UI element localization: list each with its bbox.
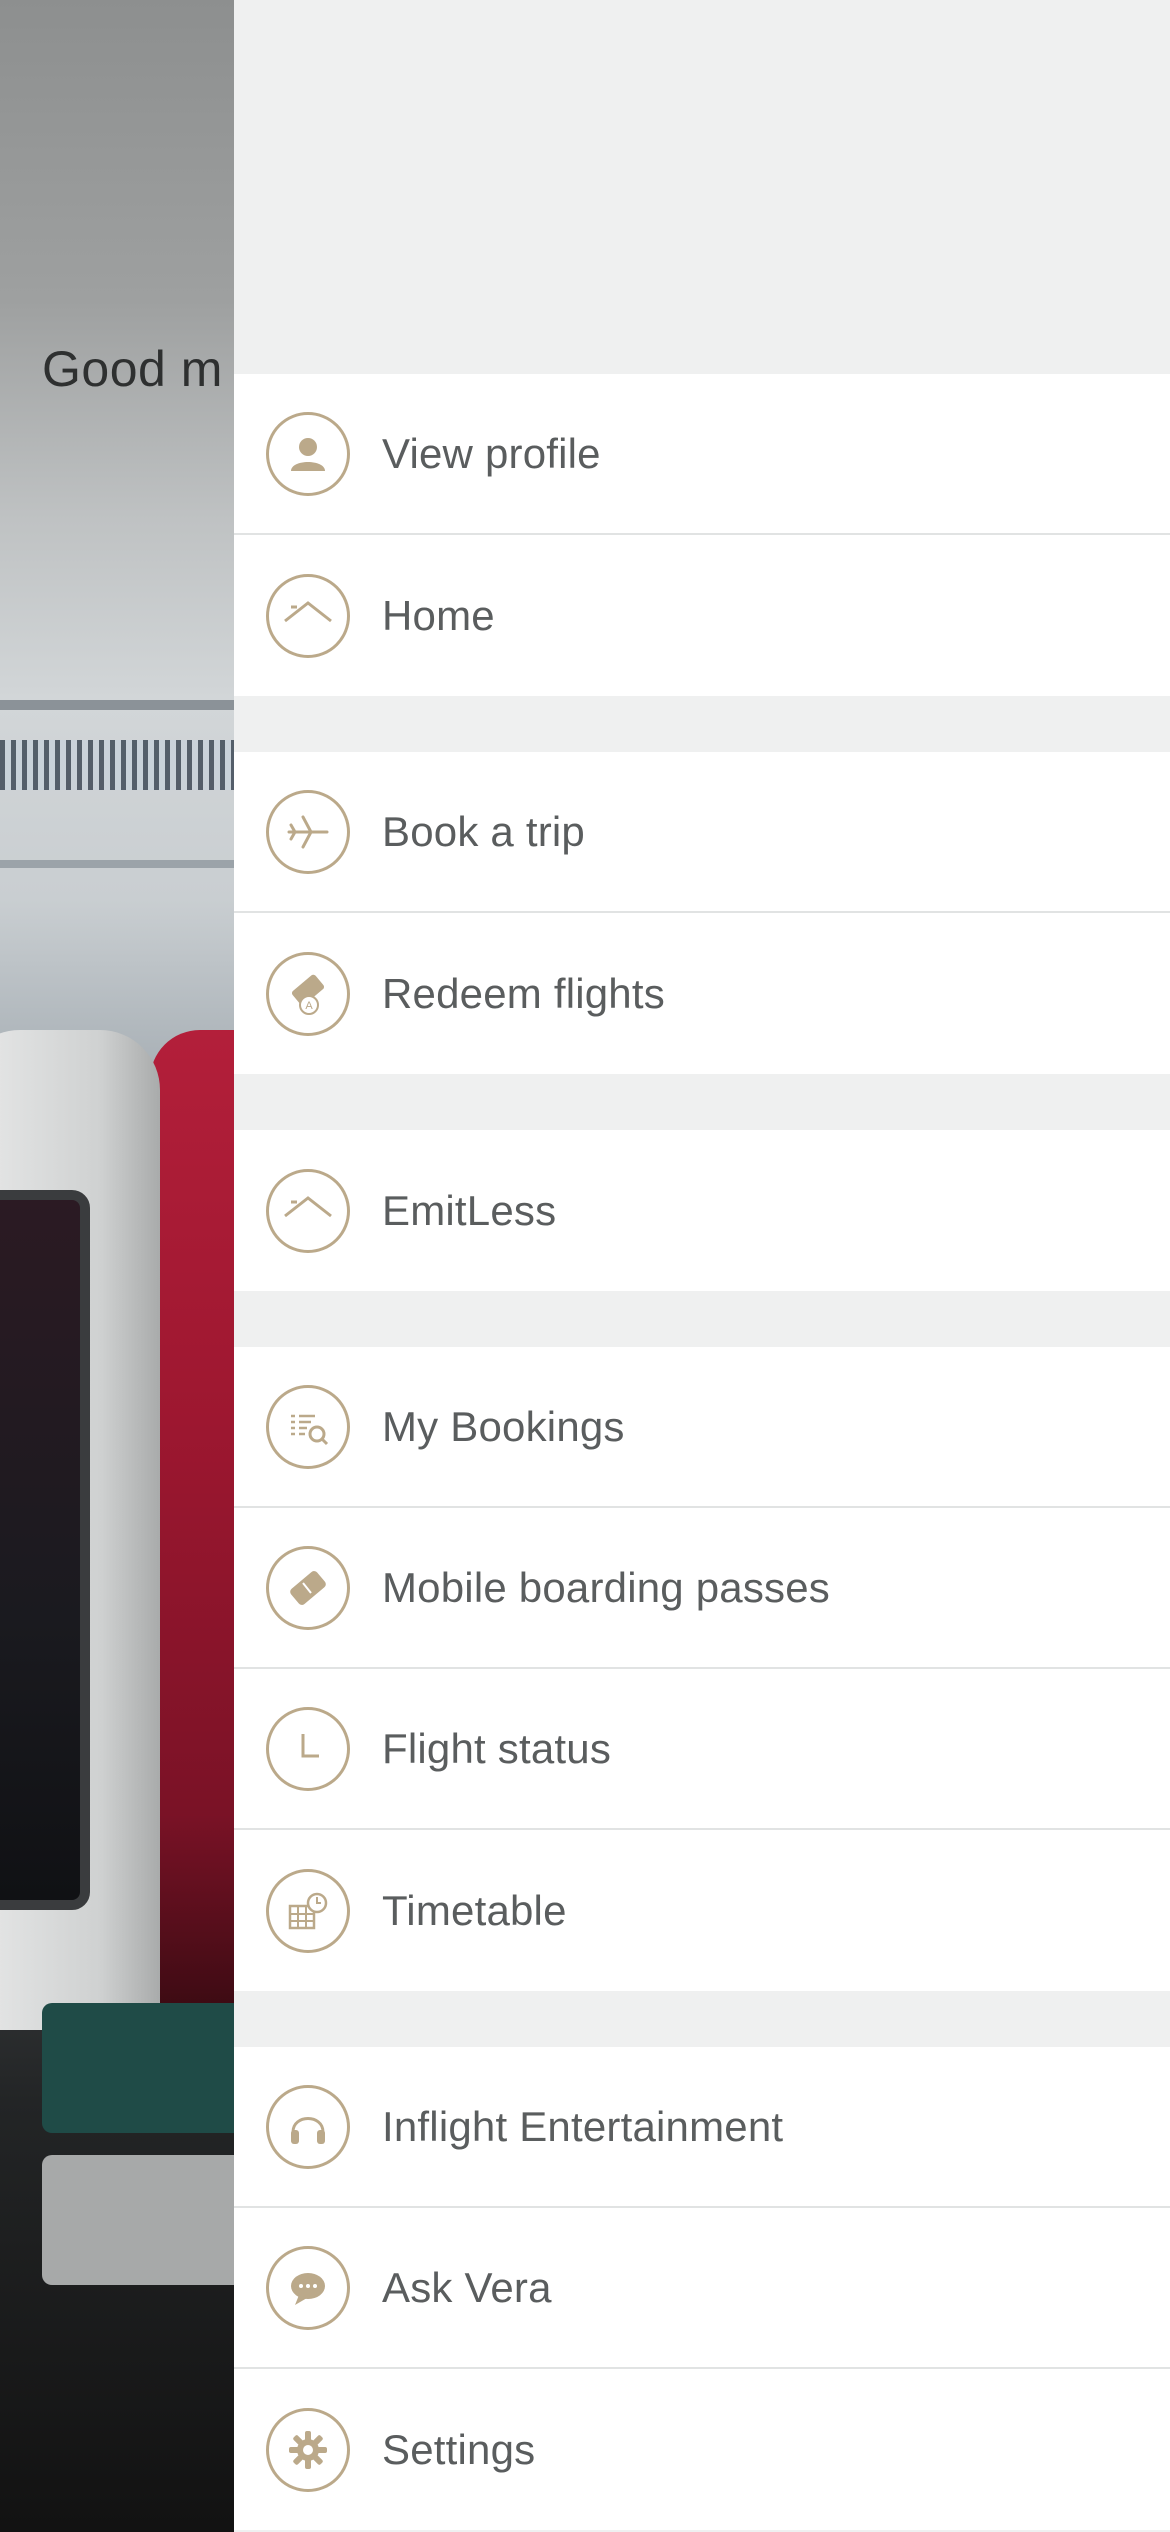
menu-item-label: Ask Vera [382,2263,552,2311]
menu-item-home[interactable]: Home [234,535,1170,696]
chat-bubble-icon [266,2245,350,2330]
cabin-ceiling-line [0,700,240,710]
navigation-drawer: View profile Home Book a trip A Redeem f… [234,0,1170,2532]
seat-screen [0,1190,90,1910]
menu-item-label: Home [382,591,495,639]
menu-item-flight-status[interactable]: Flight status [234,1669,1170,1830]
redeem-ticket-icon: A [266,951,350,1036]
menu-group-emitless: EmitLess [234,1130,1170,1291]
menu-group-manage: My Bookings Mobile boarding passes Fligh… [234,1347,1170,1991]
menu-group-book: Book a trip A Redeem flights [234,752,1170,1074]
clock-icon [266,1706,350,1791]
menu-item-settings[interactable]: Settings [234,2369,1170,2530]
menu-item-redeem-flights[interactable]: A Redeem flights [234,913,1170,1074]
menu-item-label: EmitLess [382,1186,557,1234]
menu-item-label: Flight status [382,1724,612,1772]
svg-text:A: A [305,1000,313,1012]
menu-group-spacer [234,696,1170,752]
menu-item-emitless[interactable]: EmitLess [234,1130,1170,1291]
menu-item-ask-vera[interactable]: Ask Vera [234,2208,1170,2369]
gear-icon [266,2407,350,2492]
bookings-search-icon [266,1384,350,1469]
menu-item-label: View profile [382,429,601,477]
menu-group-spacer [234,1991,1170,2047]
menu-item-inflight-entertainment[interactable]: Inflight Entertainment [234,2047,1170,2208]
emitless-icon [266,1168,350,1253]
cabin-ceiling-vent [0,740,240,790]
menu-item-mobile-boarding-passes[interactable]: Mobile boarding passes [234,1508,1170,1669]
boarding-pass-icon [266,1545,350,1630]
drawer-header [234,0,1170,374]
profile-icon [266,411,350,496]
menu-item-view-profile[interactable]: View profile [234,374,1170,535]
menu-group-account: View profile Home [234,374,1170,696]
menu-item-label: Timetable [382,1886,567,1934]
menu-item-book-a-trip[interactable]: Book a trip [234,752,1170,913]
headphones-icon [266,2084,350,2169]
menu-item-label: My Bookings [382,1402,625,1450]
home-icon [266,573,350,658]
cabin-ceiling-line-lower [0,860,240,868]
menu-group-services: Inflight Entertainment Ask Vera Settings [234,2047,1170,2530]
menu-item-label: Redeem flights [382,969,665,1017]
menu-item-timetable[interactable]: Timetable [234,1830,1170,1991]
menu-item-label: Mobile boarding passes [382,1563,831,1611]
menu-item-label: Inflight Entertainment [382,2102,784,2150]
menu-item-label: Book a trip [382,807,585,855]
greeting-text: Good m [42,341,223,397]
plane-icon [266,789,350,874]
menu-item-label: Settings [382,2425,536,2473]
menu-item-my-bookings[interactable]: My Bookings [234,1347,1170,1508]
timetable-icon [266,1868,350,1953]
menu-group-spacer [234,1291,1170,1347]
menu-group-spacer [234,1074,1170,1130]
